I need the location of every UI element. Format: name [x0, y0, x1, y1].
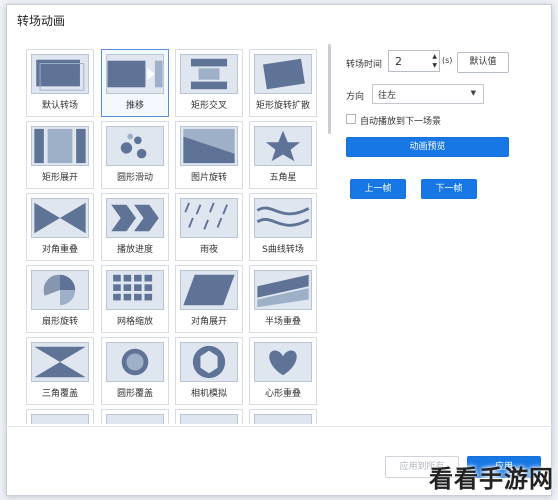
half-overlap-icon	[254, 270, 312, 310]
autoplay-label: 自动播放到下一场景	[360, 117, 442, 127]
direction-label: 方向	[346, 92, 365, 102]
transition-tile[interactable]: 相机模拟	[175, 337, 243, 405]
diagonal-overlap-icon	[31, 198, 89, 238]
transition-tile[interactable]: 网格缩放	[101, 265, 169, 333]
transition-tile[interactable]	[26, 409, 94, 424]
transition-label: 对角展开	[190, 317, 227, 327]
transition-tile[interactable]: 矩形交叉	[175, 49, 243, 117]
transition-tile[interactable]: 对角重叠	[26, 193, 94, 261]
transition-tile[interactable]: 推移	[101, 49, 169, 117]
duration-label: 转场时间	[346, 60, 383, 70]
transition-thumbnail	[106, 414, 164, 424]
duration-stepper[interactable]: 2 ▲ ▼	[388, 50, 440, 72]
footer-divider	[6, 426, 552, 427]
transition-thumbnail	[31, 414, 89, 424]
transition-tile[interactable]: 矩形旋转扩散	[249, 49, 317, 117]
watermark-logo: 看看手游网	[429, 464, 554, 493]
transition-label: 圆形滑动	[116, 173, 153, 183]
autoplay-checkbox[interactable]	[346, 114, 356, 124]
direction-value: 往左	[378, 91, 397, 101]
transition-label: 播放进度	[116, 245, 153, 255]
transition-label: 圆形覆盖	[116, 389, 153, 399]
duration-value[interactable]: 2	[395, 55, 402, 68]
transition-thumbnail	[254, 414, 312, 424]
play-progress-icon	[106, 198, 164, 238]
transition-tile[interactable]: 对角展开	[175, 265, 243, 333]
transition-tile[interactable]: 默认转场	[26, 49, 94, 117]
grid-zoom-icon	[106, 270, 164, 310]
transition-tile[interactable]: S曲线转场	[249, 193, 317, 261]
transition-tile[interactable]: 图片旋转	[175, 121, 243, 189]
default-transition-icon	[31, 54, 89, 94]
transition-label: 心形重叠	[264, 389, 301, 399]
heart-overlap-icon	[254, 342, 312, 382]
rect-expand-icon	[31, 126, 89, 166]
transition-label: 网格缩放	[116, 317, 153, 327]
gallery-scrollbar[interactable]	[328, 44, 331, 134]
next-frame-button[interactable]: 下一帧	[421, 179, 477, 199]
s-curve-icon	[254, 198, 312, 238]
transition-tile[interactable]: 三角覆盖	[26, 337, 94, 405]
fan-rotate-icon	[31, 270, 89, 310]
transition-tile[interactable]: 播放进度	[101, 193, 169, 261]
image-rotate-icon	[180, 126, 238, 166]
rainy-night-icon	[180, 198, 238, 238]
prev-frame-button[interactable]: 上一帧	[350, 179, 406, 199]
transition-tile[interactable]: 心形重叠	[249, 337, 317, 405]
transition-label: 矩形交叉	[190, 101, 227, 111]
diagonal-expand-icon	[180, 270, 238, 310]
transition-thumbnail	[180, 414, 238, 424]
transition-label: S曲线转场	[262, 245, 304, 255]
default-value-button[interactable]: 默认值	[457, 52, 509, 73]
circle-cover-icon	[106, 342, 164, 382]
transition-tile[interactable]	[175, 409, 243, 424]
transition-tile[interactable]: 半场重叠	[249, 265, 317, 333]
chevron-down-icon: ▼	[470, 89, 476, 97]
transition-label: 矩形展开	[41, 173, 78, 183]
stepper-up-icon[interactable]: ▲	[432, 53, 437, 61]
transition-label: 矩形旋转扩散	[255, 101, 310, 111]
dialog-title: 转场动画	[17, 14, 66, 28]
transition-label: 相机模拟	[190, 389, 227, 399]
camera-aperture-icon	[180, 342, 238, 382]
transition-label: 雨夜	[199, 245, 218, 255]
transition-label: 半场重叠	[264, 317, 301, 327]
transition-tile[interactable]: 矩形展开	[26, 121, 94, 189]
transition-label: 三角覆盖	[41, 389, 78, 399]
transition-label: 默认转场	[41, 101, 78, 111]
transition-label: 图片旋转	[190, 173, 227, 183]
duration-unit: (s)	[442, 56, 453, 65]
transition-tile[interactable]: 雨夜	[175, 193, 243, 261]
transition-label: 对角重叠	[41, 245, 78, 255]
transition-tile[interactable]: 圆形覆盖	[101, 337, 169, 405]
transition-tile[interactable]: 五角星	[249, 121, 317, 189]
rect-cross-icon	[180, 54, 238, 94]
direction-select[interactable]: 往左 ▼	[372, 84, 484, 104]
transition-tile[interactable]: 扇形旋转	[26, 265, 94, 333]
stepper-down-icon[interactable]: ▼	[432, 62, 437, 70]
transition-gallery: 默认转场 推移 矩形交叉 矩形旋转扩散矩形展开 圆形滑动 图片旋转 五角星对角重叠 播放进度 雨…	[26, 44, 318, 424]
transition-tile[interactable]	[101, 409, 169, 424]
star-icon	[254, 126, 312, 166]
rect-rotate-spread-icon	[254, 54, 312, 94]
animation-preview-button[interactable]: 动画预览	[346, 137, 509, 157]
transition-label: 五角星	[269, 173, 297, 183]
push-icon	[106, 54, 164, 94]
transition-label: 推移	[125, 101, 144, 111]
triangle-cover-icon	[31, 342, 89, 382]
transition-label: 扇形旋转	[41, 317, 78, 327]
transition-tile[interactable]: 圆形滑动	[101, 121, 169, 189]
circle-slide-icon	[106, 126, 164, 166]
transition-tile[interactable]	[249, 409, 317, 424]
